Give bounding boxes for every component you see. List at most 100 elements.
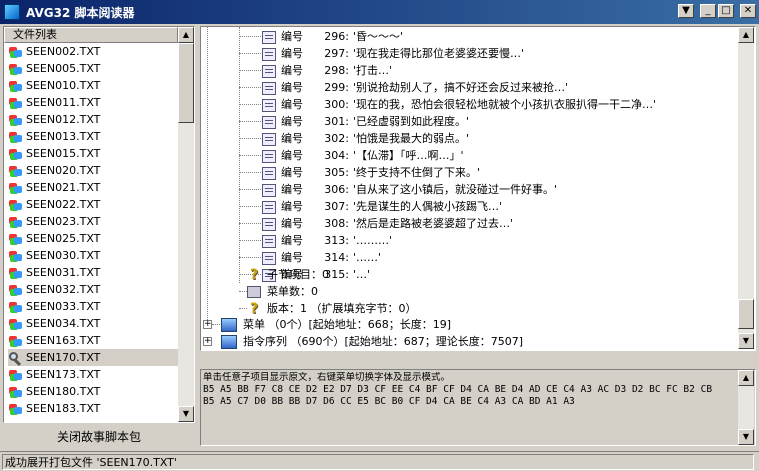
- tree-entry[interactable]: 编号 297: '现在我走得比那位老婆婆还要慢…': [262, 45, 524, 62]
- tree-entry[interactable]: 编号 306: '自从来了这小镇后，就没碰过一件好事。': [262, 181, 557, 198]
- raw-text-panel[interactable]: 单击任意子项目显示原文，右键菜单切换字体及显示模式。 B5 A5 BB F7 C8…: [200, 369, 756, 446]
- tree-node-subitems[interactable]: ? 子节项目：0: [247, 266, 329, 283]
- tree-entry[interactable]: 编号 304: '【仏滞】「呼…啊…」': [262, 147, 464, 164]
- document-icon: [262, 183, 276, 197]
- tree-entry[interactable]: 编号 298: '打击…': [262, 62, 392, 79]
- script-file-icon: [8, 216, 24, 228]
- tree-entry[interactable]: 编号 296: '昏～～～': [262, 28, 403, 45]
- entry-label: 编号: [281, 200, 303, 213]
- file-list-header[interactable]: 文件列表: [4, 27, 178, 43]
- tree-node-version[interactable]: ? 版本：1 （扩展填充字节：0）: [247, 300, 417, 317]
- menu-down-icon[interactable]: ▼: [678, 4, 694, 18]
- file-list-item[interactable]: SEEN031.TXT: [8, 264, 178, 281]
- entry-number: 307:: [324, 200, 349, 213]
- file-name: SEEN180.TXT: [26, 385, 101, 398]
- tree-node-menu-count[interactable]: 菜单数：0: [247, 283, 318, 300]
- entry-label: 编号: [281, 166, 303, 179]
- entry-number: 314:: [324, 251, 349, 264]
- document-icon: [262, 64, 276, 78]
- file-list-item[interactable]: SEEN022.TXT: [8, 196, 178, 213]
- entry-text: '终于支持不住倒了下来。': [353, 166, 481, 179]
- expand-icon[interactable]: +: [203, 337, 212, 346]
- script-file-icon: [8, 233, 24, 245]
- file-list-item[interactable]: SEEN023.TXT: [8, 213, 178, 230]
- file-list-item[interactable]: SEEN034.TXT: [8, 315, 178, 332]
- script-file-icon: [8, 335, 24, 347]
- file-list-item[interactable]: SEEN025.TXT: [8, 230, 178, 247]
- file-name: SEEN002.TXT: [26, 45, 101, 58]
- maximize-button[interactable]: □: [718, 4, 734, 18]
- file-list-item[interactable]: SEEN173.TXT: [8, 366, 178, 383]
- entry-text: '现在我走得比那位老婆婆还要慢…': [353, 47, 525, 60]
- file-list-item[interactable]: SEEN183.TXT: [8, 400, 178, 417]
- menu-icon: [221, 318, 237, 332]
- file-list-item[interactable]: SEEN021.TXT: [8, 179, 178, 196]
- file-list-item[interactable]: SEEN020.TXT: [8, 162, 178, 179]
- file-list-item[interactable]: SEEN163.TXT: [8, 332, 178, 349]
- entry-number: 306:: [324, 183, 349, 196]
- file-name: SEEN010.TXT: [26, 79, 101, 92]
- file-list-item[interactable]: SEEN011.TXT: [8, 94, 178, 111]
- document-icon: [262, 81, 276, 95]
- scroll-down-button[interactable]: ▼: [178, 406, 194, 422]
- tree-scrollbar[interactable]: ▲ ▼: [738, 27, 754, 349]
- tree-entry[interactable]: 编号 300: '现在的我，恐怕会很轻松地就被个小孩扒衣服扒得一干二净…': [262, 96, 656, 113]
- entry-text: '昏～～～': [353, 30, 404, 43]
- entry-text: '打击…': [353, 64, 393, 77]
- entry-number: 300:: [324, 98, 349, 111]
- file-list-item[interactable]: SEEN032.TXT: [8, 281, 178, 298]
- script-file-icon: [8, 63, 24, 75]
- file-list-item[interactable]: SEEN170.TXT: [8, 349, 178, 366]
- file-list-item[interactable]: SEEN010.TXT: [8, 77, 178, 94]
- minimize-button[interactable]: _: [700, 4, 716, 18]
- expand-icon[interactable]: +: [203, 320, 212, 329]
- scroll-up-button[interactable]: ▲: [178, 27, 194, 43]
- entry-number: 301:: [324, 115, 349, 128]
- scroll-up-button[interactable]: ▲: [738, 370, 754, 386]
- script-file-icon: [8, 386, 24, 398]
- entry-label: 编号: [281, 183, 303, 196]
- file-list-item[interactable]: SEEN030.TXT: [8, 247, 178, 264]
- raw-text-scrollbar[interactable]: ▲ ▼: [738, 370, 754, 445]
- tree-entry[interactable]: 编号 314: '……': [262, 249, 381, 266]
- document-icon: [262, 234, 276, 248]
- tree-node-menu[interactable]: 菜单 （0个）[起始地址：668；长度：19]: [221, 316, 451, 333]
- tree-entry[interactable]: 编号 308: '然后是走路被老婆婆超了过去…': [262, 215, 513, 232]
- scroll-up-button[interactable]: ▲: [738, 27, 754, 43]
- command-sequence-icon: [221, 335, 237, 349]
- file-list-item[interactable]: SEEN180.TXT: [8, 383, 178, 400]
- entry-label: 编号: [281, 98, 303, 111]
- entry-label: 编号: [281, 115, 303, 128]
- tree-entry[interactable]: 编号 299: '别说抢劫别人了，搞不好还会反过来被抢…': [262, 79, 568, 96]
- file-list-item[interactable]: SEEN033.TXT: [8, 298, 178, 315]
- entry-text: '………': [353, 234, 393, 247]
- file-name: SEEN163.TXT: [26, 334, 101, 347]
- scroll-down-button[interactable]: ▼: [738, 429, 754, 445]
- file-list-item[interactable]: SEEN005.TXT: [8, 60, 178, 77]
- tree-entry[interactable]: 编号 302: '怕饿是我最大的弱点。': [262, 130, 469, 147]
- tree-entry[interactable]: 编号 305: '终于支持不住倒了下来。': [262, 164, 480, 181]
- document-icon: [262, 149, 276, 163]
- tree-entry[interactable]: 编号 301: '已经虚弱到如此程度。': [262, 113, 469, 130]
- tree-entry[interactable]: 编号 313: '………': [262, 232, 392, 249]
- file-list-item[interactable]: SEEN015.TXT: [8, 145, 178, 162]
- scroll-thumb[interactable]: [178, 43, 194, 123]
- file-list-item[interactable]: SEEN012.TXT: [8, 111, 178, 128]
- document-icon: [262, 166, 276, 180]
- tree-node-commands[interactable]: 指令序列 （690个）[起始地址：687；理论长度：7507]: [221, 333, 523, 350]
- entry-text: '现在的我，恐怕会很轻松地就被个小孩扒衣服扒得一干二净…': [353, 98, 657, 111]
- scroll-thumb[interactable]: [738, 299, 754, 329]
- entry-text: '…': [353, 268, 371, 281]
- tree-entry[interactable]: 编号 307: '先是谋生的人偶被小孩踢飞…': [262, 198, 502, 215]
- entry-label: 编号: [281, 234, 303, 247]
- scroll-down-button[interactable]: ▼: [738, 333, 754, 349]
- file-list-item[interactable]: SEEN002.TXT: [8, 43, 178, 60]
- entry-number: 296:: [324, 30, 349, 43]
- close-package-button[interactable]: 关闭故事脚本包: [3, 426, 195, 448]
- close-button[interactable]: ✕: [740, 4, 756, 18]
- entry-number: 302:: [324, 132, 349, 145]
- file-list-item[interactable]: SEEN013.TXT: [8, 128, 178, 145]
- file-name: SEEN034.TXT: [26, 317, 101, 330]
- file-list-scrollbar[interactable]: ▲ ▼: [178, 27, 194, 422]
- script-file-icon: [8, 148, 24, 160]
